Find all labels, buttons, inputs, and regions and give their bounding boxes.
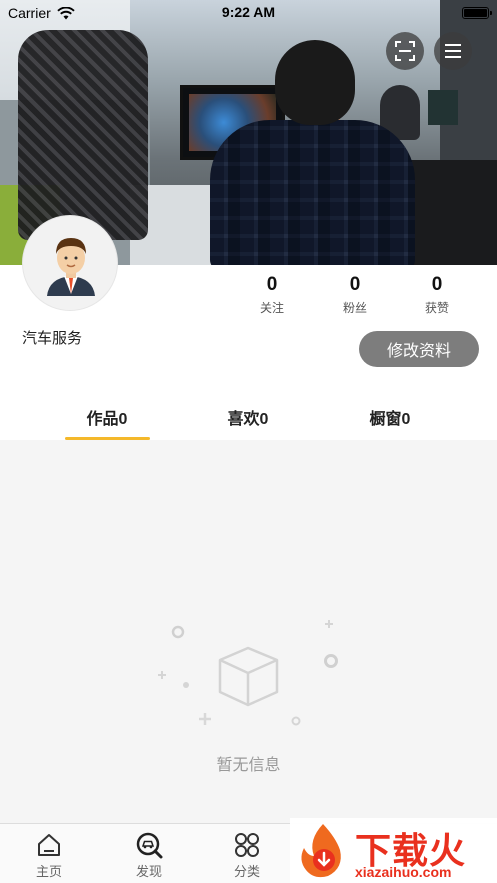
watermark-url: xiazaihuo.com bbox=[355, 864, 452, 880]
scan-button[interactable] bbox=[386, 32, 424, 70]
cover-person bbox=[200, 40, 415, 265]
discover-icon bbox=[136, 832, 163, 859]
tabbar-item-home[interactable]: 主页 bbox=[19, 830, 79, 880]
scan-icon bbox=[395, 41, 415, 61]
username: 汽车服务 bbox=[22, 330, 83, 347]
home-icon bbox=[38, 834, 60, 856]
empty-state-text: 暂无信息 bbox=[216, 757, 281, 774]
tabbar-item-discover[interactable]: 发现 bbox=[119, 830, 179, 880]
stat-fans-value: 0 bbox=[349, 274, 361, 295]
status-bar: Carrier 9:22 AM bbox=[0, 0, 497, 26]
avatar-person-icon bbox=[47, 238, 95, 296]
stat-likes-value: 0 bbox=[431, 274, 443, 295]
avatar[interactable] bbox=[22, 215, 118, 311]
battery-icon bbox=[462, 7, 492, 19]
cover-backpack bbox=[18, 30, 148, 240]
cover-background-monitor bbox=[428, 90, 458, 125]
status-time: 9:22 AM bbox=[221, 4, 276, 20]
stat-following[interactable]: 0 关注 bbox=[237, 274, 307, 316]
edit-profile-button[interactable]: 修改资料 bbox=[359, 331, 479, 367]
stat-fans-label: 粉丝 bbox=[342, 301, 367, 315]
tabbar-item-category[interactable]: 分类 bbox=[217, 830, 277, 880]
tabbar-home-label: 主页 bbox=[35, 864, 62, 879]
stat-following-value: 0 bbox=[266, 274, 278, 295]
watermark: 下载火 xiazaihuo.com bbox=[290, 818, 497, 883]
tab-showcase[interactable]: 橱窗0 bbox=[330, 405, 450, 429]
tab-likes[interactable]: 喜欢0 bbox=[188, 405, 308, 429]
category-icon bbox=[235, 833, 259, 857]
content-area: 暂无信息 bbox=[0, 440, 497, 823]
profile-tabs: 作品0 喜欢0 橱窗0 bbox=[0, 396, 497, 440]
watermark-flame-icon bbox=[301, 824, 341, 878]
tab-works[interactable]: 作品0 bbox=[47, 405, 167, 429]
stat-likes[interactable]: 0 获赞 bbox=[402, 274, 472, 316]
menu-icon bbox=[445, 44, 461, 58]
tabbar-category-label: 分类 bbox=[233, 864, 260, 879]
stat-likes-label: 获赞 bbox=[424, 301, 449, 315]
tabbar-discover-label: 发现 bbox=[135, 864, 162, 879]
menu-button[interactable] bbox=[434, 32, 472, 70]
empty-box-icon bbox=[158, 620, 338, 726]
stat-fans[interactable]: 0 粉丝 bbox=[320, 274, 390, 316]
stat-following-label: 关注 bbox=[259, 301, 284, 315]
